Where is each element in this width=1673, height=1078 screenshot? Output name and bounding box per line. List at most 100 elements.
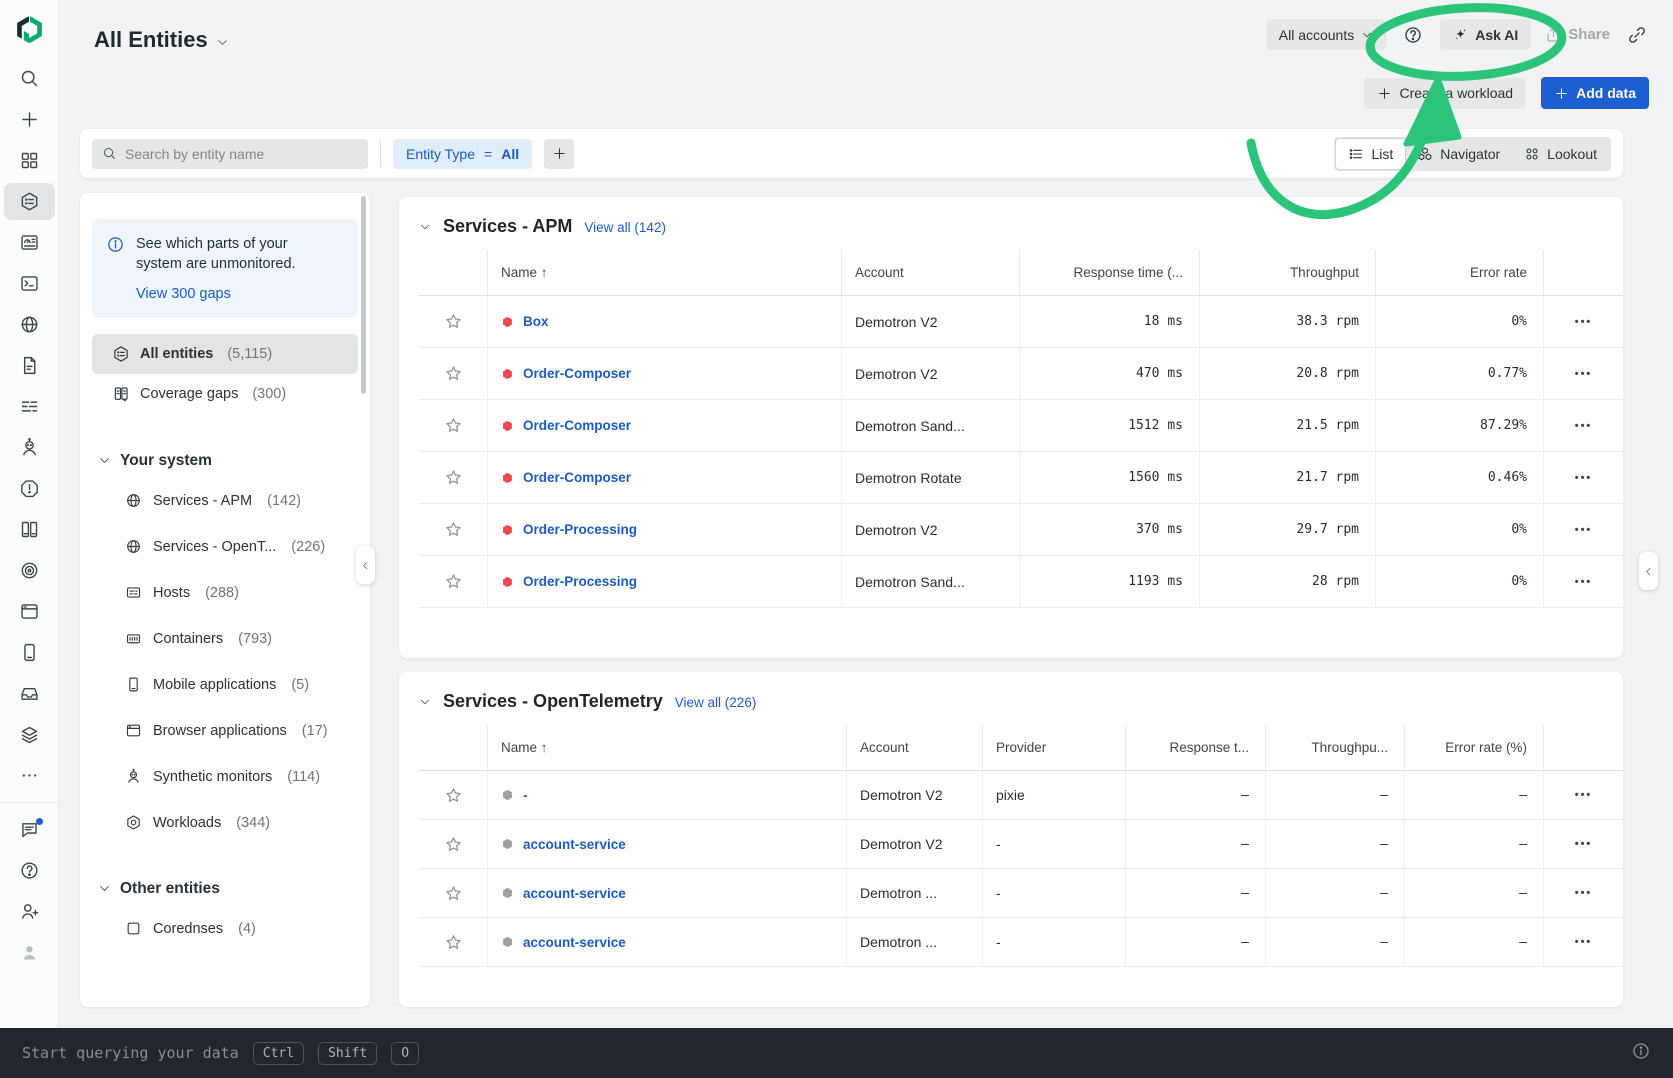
column-header-error-rate[interactable]: Error rate (%) <box>1405 725 1544 770</box>
entity-link[interactable]: Order-Composer <box>523 366 631 381</box>
ask-ai-button[interactable]: Ask AI <box>1440 19 1531 50</box>
column-header-throughput[interactable]: Throughpu... <box>1266 725 1405 770</box>
rail-mobile-button[interactable] <box>0 509 59 550</box>
chevron-down-icon[interactable] <box>419 221 431 233</box>
entity-link[interactable]: Order-Processing <box>523 522 637 537</box>
row-actions-button[interactable]: ••• <box>1544 348 1623 399</box>
share-button[interactable]: Share <box>1545 26 1610 43</box>
column-header-account[interactable]: Account <box>842 250 1020 295</box>
favorite-star-button[interactable] <box>419 296 488 347</box>
favorite-star-button[interactable] <box>419 400 488 451</box>
sidebar-item-workloads[interactable]: Workloads(344) <box>92 800 358 846</box>
row-actions-button[interactable]: ••• <box>1544 869 1623 917</box>
column-header-account[interactable]: Account <box>847 725 983 770</box>
rail-browser-apps-button[interactable] <box>0 591 59 632</box>
user-avatar[interactable] <box>0 932 59 973</box>
row-actions-button[interactable]: ••• <box>1544 771 1623 819</box>
entity-search-input[interactable] <box>125 146 358 162</box>
entity-link[interactable]: Order-Composer <box>523 418 631 433</box>
favorite-star-button[interactable] <box>419 504 488 555</box>
entity-link[interactable]: Box <box>523 314 549 329</box>
view-option-navigator[interactable]: Navigator <box>1405 139 1512 169</box>
rail-browse-data-button[interactable] <box>0 304 59 345</box>
column-header-name[interactable]: Name ↑ <box>488 250 842 295</box>
rail-logs-button[interactable] <box>0 386 59 427</box>
brand-logo[interactable] <box>13 13 46 46</box>
row-actions-button[interactable]: ••• <box>1544 504 1623 555</box>
rail-synthetics-button[interactable] <box>0 427 59 468</box>
collapse-right-handle[interactable] <box>1639 552 1658 590</box>
entity-type-filter-chip[interactable]: Entity Type = All <box>393 139 532 169</box>
sidebar-item-browser-apps[interactable]: Browser applications(17) <box>92 708 358 754</box>
rail-alerts-button[interactable] <box>0 468 59 509</box>
view-all-link[interactable]: View all (142) <box>584 220 666 235</box>
left-panel-scrollbar[interactable] <box>361 196 366 394</box>
column-header-name[interactable]: Name ↑ <box>488 725 847 770</box>
favorite-star-button[interactable] <box>419 556 488 607</box>
section-other-entities[interactable]: Other entities <box>92 872 358 906</box>
row-actions-button[interactable]: ••• <box>1544 400 1623 451</box>
row-actions-button[interactable]: ••• <box>1544 296 1623 347</box>
sidebar-item-services-otel[interactable]: Services - OpenT...(226) <box>92 524 358 570</box>
page-title[interactable]: All Entities <box>94 27 229 53</box>
sidebar-item-services-apm[interactable]: Services - APM(142) <box>92 478 358 524</box>
favorite-star-button[interactable] <box>419 918 488 966</box>
rail-workloads-button[interactable] <box>0 550 59 591</box>
view-gaps-link[interactable]: View 300 gaps <box>136 286 231 302</box>
row-actions-button[interactable]: ••• <box>1544 820 1623 868</box>
column-header-response-time[interactable]: Response t... <box>1126 725 1266 770</box>
entity-link[interactable]: account-service <box>523 935 626 950</box>
entity-search[interactable] <box>92 139 368 169</box>
section-your-system[interactable]: Your system <box>92 444 358 478</box>
rail-stack-button[interactable] <box>0 714 59 755</box>
add-filter-button[interactable] <box>544 139 574 169</box>
rail-more-button[interactable] <box>0 755 59 796</box>
rail-all-entities-button[interactable] <box>0 181 59 222</box>
entity-link[interactable]: account-service <box>523 837 626 852</box>
favorite-star-button[interactable] <box>419 452 488 503</box>
collapse-left-panel-handle[interactable] <box>356 546 375 584</box>
chevron-down-icon[interactable] <box>419 696 431 708</box>
create-workload-button[interactable]: Create a workload <box>1364 78 1526 109</box>
entity-link[interactable]: Order-Processing <box>523 574 637 589</box>
view-option-lookout[interactable]: Lookout <box>1512 139 1609 169</box>
entity-link[interactable]: account-service <box>523 886 626 901</box>
sidebar-item-all-entities[interactable]: All entities (5,115) <box>92 334 358 374</box>
rail-help-button[interactable] <box>0 850 59 891</box>
rail-dashboards-button[interactable] <box>0 140 59 181</box>
view-option-list[interactable]: List <box>1336 139 1405 169</box>
sidebar-item-coverage-gaps[interactable]: Coverage gaps (300) <box>92 374 358 414</box>
account-picker-button[interactable]: All accounts <box>1266 19 1386 50</box>
favorite-star-button[interactable] <box>419 348 488 399</box>
rail-add-button[interactable] <box>0 99 59 140</box>
row-actions-button[interactable]: ••• <box>1544 452 1623 503</box>
rail-inbox-button[interactable] <box>0 673 59 714</box>
view-all-link[interactable]: View all (226) <box>675 695 757 710</box>
favorite-star-button[interactable] <box>419 771 488 819</box>
sidebar-item-hosts[interactable]: Hosts(288) <box>92 570 358 616</box>
favorite-star-button[interactable] <box>419 820 488 868</box>
entity-link[interactable]: Order-Composer <box>523 470 631 485</box>
sidebar-item-mobile-apps[interactable]: Mobile applications(5) <box>92 662 358 708</box>
column-header-error-rate[interactable]: Error rate <box>1376 250 1544 295</box>
rail-invite-user-button[interactable] <box>0 891 59 932</box>
row-actions-button[interactable]: ••• <box>1544 556 1623 607</box>
add-data-button[interactable]: Add data <box>1541 77 1649 109</box>
sidebar-item-corednses[interactable]: Corednses(4) <box>92 906 358 952</box>
row-actions-button[interactable]: ••• <box>1544 918 1623 966</box>
rail-search-button[interactable] <box>0 58 59 99</box>
sidebar-item-synthetic-monitors[interactable]: Synthetic monitors(114) <box>92 754 358 800</box>
column-header-throughput[interactable]: Throughput <box>1200 250 1376 295</box>
copy-link-button[interactable] <box>1624 22 1650 48</box>
column-header-provider[interactable]: Provider <box>983 725 1126 770</box>
rail-query-console-button[interactable] <box>0 263 59 304</box>
help-button[interactable] <box>1400 22 1426 48</box>
entity-link[interactable]: - <box>523 788 528 803</box>
rail-mobile-apps-button[interactable] <box>0 632 59 673</box>
column-header-response-time[interactable]: Response time (... <box>1020 250 1200 295</box>
rail-feedback-button[interactable] <box>0 809 59 850</box>
favorite-star-button[interactable] <box>419 869 488 917</box>
query-bar-info-button[interactable] <box>1631 1041 1651 1066</box>
sidebar-item-containers[interactable]: Containers(793) <box>92 616 358 662</box>
rail-documents-button[interactable] <box>0 345 59 386</box>
